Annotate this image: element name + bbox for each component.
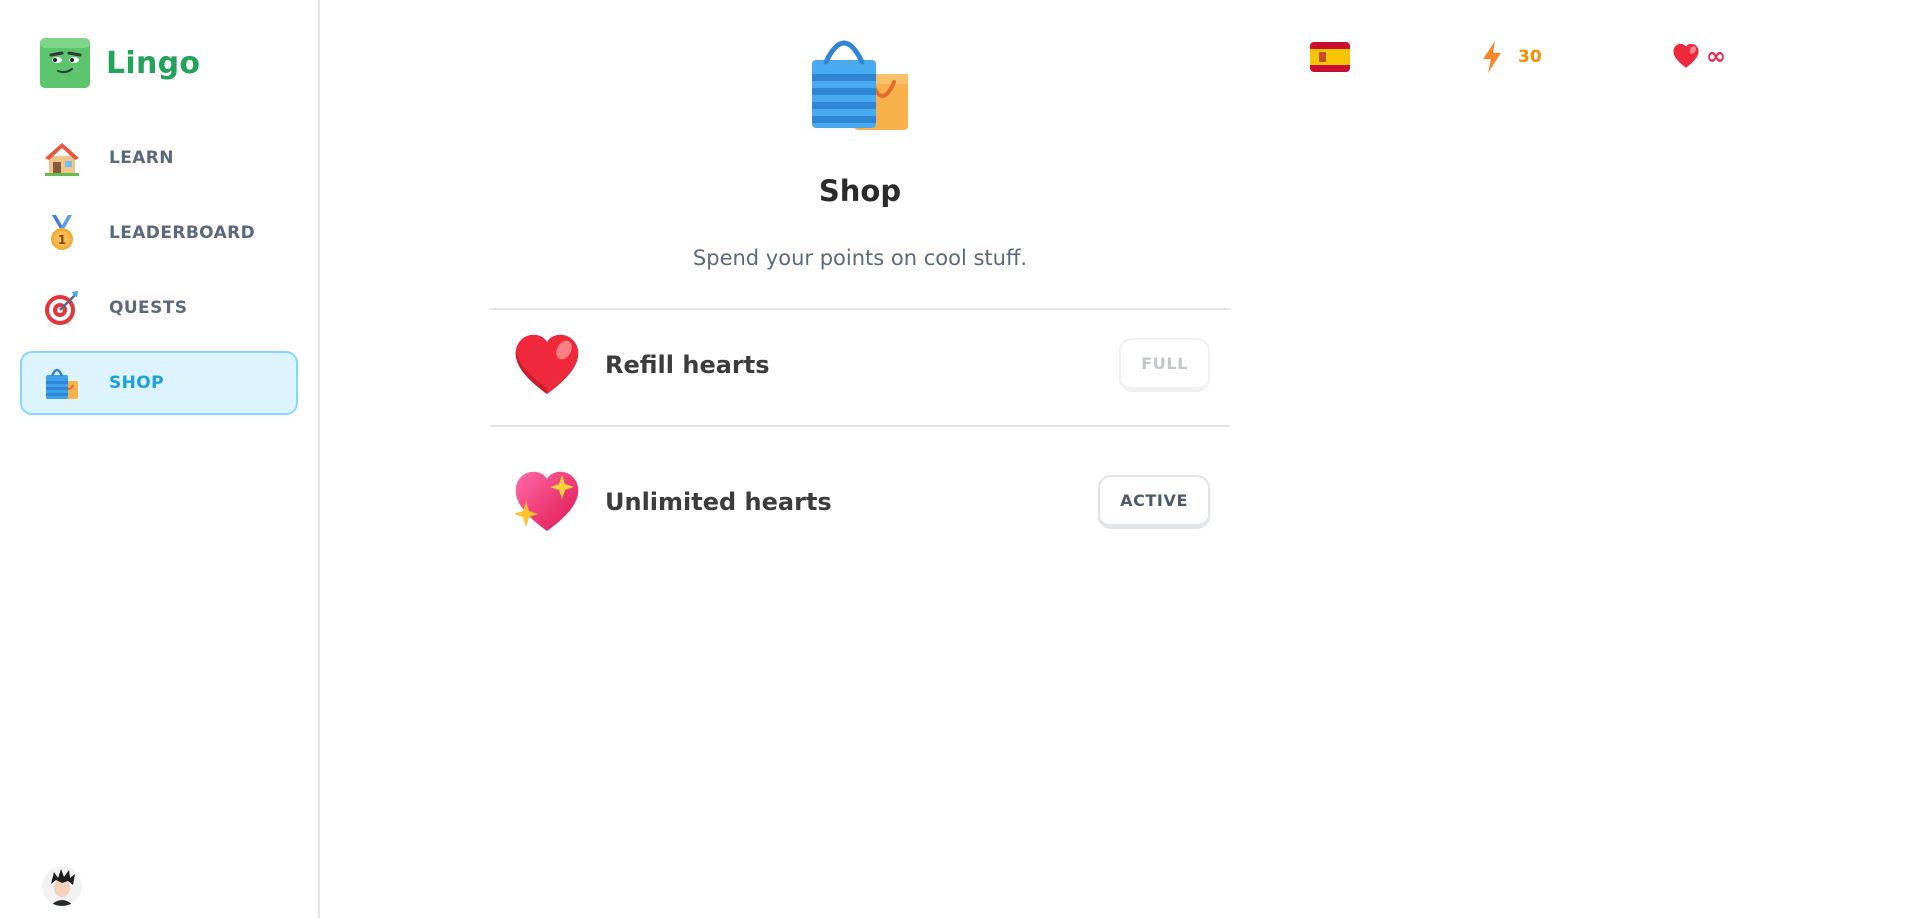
sidebar: Lingo LEARN 1 LEADERBOARD QUESTS SHOP bbox=[0, 0, 320, 918]
sidebar-item-learn[interactable]: LEARN bbox=[20, 126, 298, 190]
unlimited-hearts-button[interactable]: ACTIVE bbox=[1098, 475, 1210, 529]
medal-icon: 1 bbox=[51, 215, 73, 250]
points-counter[interactable]: 30 bbox=[1480, 40, 1542, 74]
app-name: Lingo bbox=[106, 45, 201, 81]
sidebar-item-leaderboard[interactable]: 1 LEADERBOARD bbox=[20, 201, 298, 265]
logo[interactable]: Lingo bbox=[40, 38, 200, 88]
hearts-counter[interactable]: ∞ bbox=[1672, 42, 1726, 70]
refill-hearts-button[interactable]: FULL bbox=[1119, 338, 1210, 392]
sidebar-item-label: SHOP bbox=[109, 373, 164, 393]
spain-flag-icon bbox=[1310, 42, 1350, 72]
shop-item-label: Unlimited hearts bbox=[605, 488, 832, 516]
lightning-icon bbox=[1483, 41, 1501, 73]
shopping-bags-icon bbox=[46, 368, 78, 399]
shop-item-refill-hearts: Refill hearts FULL bbox=[490, 320, 1230, 410]
hearts-value: ∞ bbox=[1706, 42, 1726, 70]
target-icon bbox=[45, 291, 78, 325]
shopping-bags-icon bbox=[812, 40, 908, 130]
heart-icon bbox=[1673, 43, 1699, 68]
sidebar-item-label: LEARN bbox=[109, 148, 174, 168]
mascot-logo-icon bbox=[40, 38, 90, 88]
house-icon bbox=[45, 143, 79, 176]
sidebar-item-quests[interactable]: QUESTS bbox=[20, 276, 298, 340]
heart-icon bbox=[515, 334, 579, 394]
divider bbox=[490, 425, 1230, 427]
sidebar-item-shop[interactable]: SHOP bbox=[20, 351, 298, 415]
sidebar-item-label: LEADERBOARD bbox=[109, 223, 256, 243]
user-avatar[interactable] bbox=[42, 866, 82, 906]
sparkling-heart-icon bbox=[514, 471, 579, 531]
page-subtitle: Spend your points on cool stuff. bbox=[692, 246, 1028, 270]
divider bbox=[490, 308, 1230, 310]
course-flag[interactable] bbox=[1310, 42, 1350, 72]
page-title: Shop bbox=[818, 174, 902, 208]
shop-page: Shop Spend your points on cool stuff. Re… bbox=[490, 0, 1230, 918]
svg-text:1: 1 bbox=[58, 233, 66, 247]
avatar-image bbox=[42, 866, 82, 906]
shop-item-unlimited-hearts: Unlimited hearts ACTIVE bbox=[490, 457, 1230, 547]
shop-item-label: Refill hearts bbox=[605, 351, 770, 379]
sidebar-nav: LEARN 1 LEADERBOARD QUESTS SHOP bbox=[20, 126, 298, 426]
sidebar-item-label: QUESTS bbox=[109, 298, 188, 318]
points-value: 30 bbox=[1518, 47, 1542, 67]
